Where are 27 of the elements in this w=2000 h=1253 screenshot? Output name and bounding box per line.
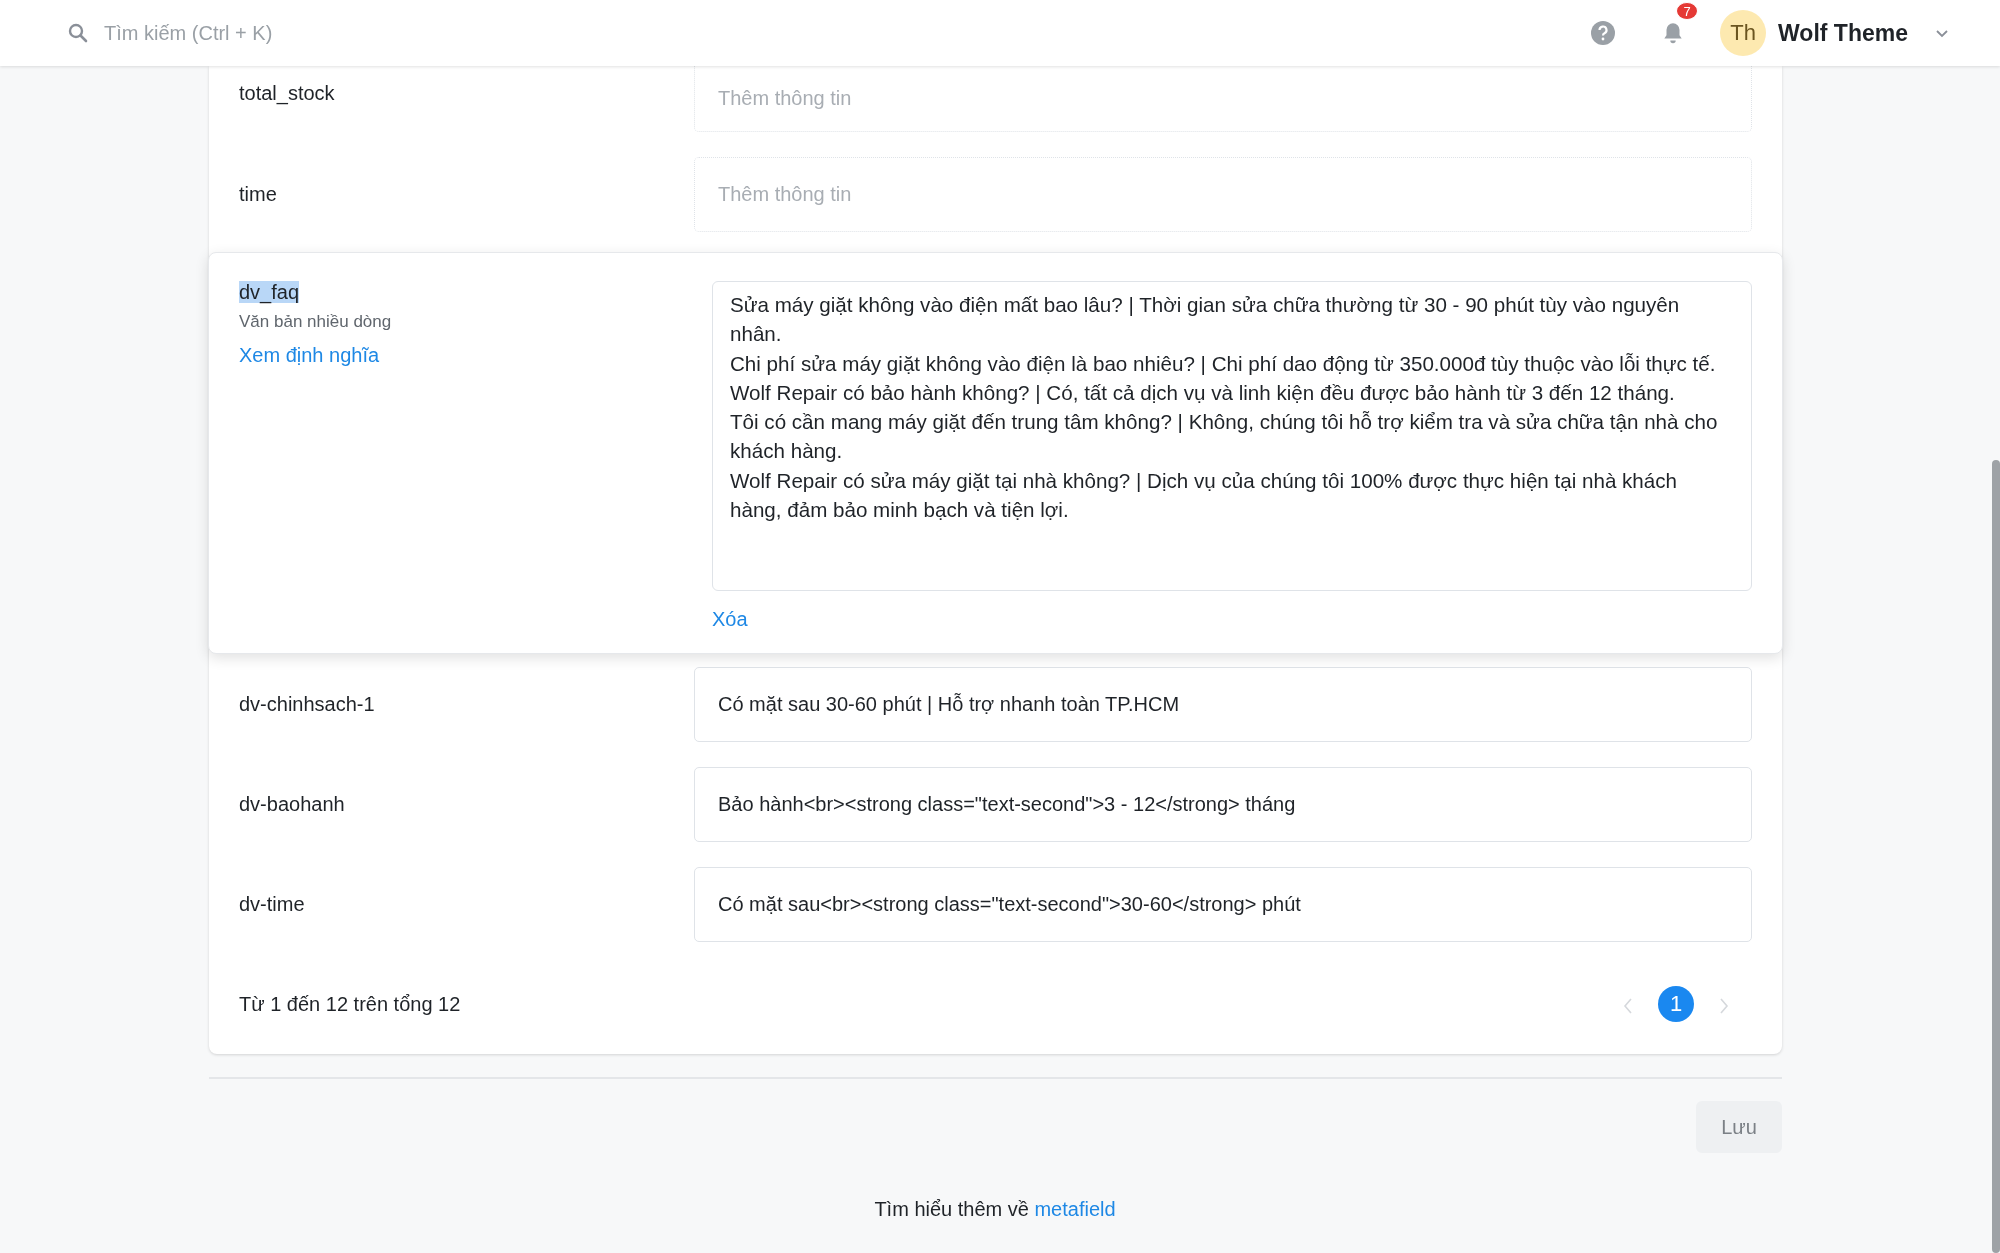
- field-label: dv-baohanh: [239, 792, 346, 816]
- field-label: time: [239, 182, 278, 206]
- text-field[interactable]: Thêm thông tin: [694, 156, 1752, 232]
- text-field[interactable]: Thêm thông tin: [694, 66, 1752, 132]
- scrollbar[interactable]: [1992, 460, 2000, 1253]
- footer-text: Tìm hiểu thêm về metafield: [873, 1198, 1117, 1221]
- metafield-link[interactable]: metafield: [1034, 1198, 1116, 1220]
- field-type: Văn bản nhiều dòng: [239, 312, 392, 332]
- field-label: total_stock: [239, 82, 336, 105]
- pagination-summary: Từ 1 đến 12 trên tổng 12: [239, 992, 461, 1016]
- search-field[interactable]: Tìm kiếm (Ctrl + K): [102, 20, 426, 46]
- definition-link[interactable]: Xem định nghĩa: [239, 344, 380, 367]
- delete-link[interactable]: Xóa: [712, 608, 748, 631]
- search-icon: [66, 21, 90, 45]
- field-label: dv_faq: [239, 281, 300, 303]
- field-label: dv-chinhsach-1: [239, 692, 376, 716]
- text-field[interactable]: Có mặt sau 30-60 phút | Hỗ trợ nhanh toàn TP.HCM: [694, 666, 1752, 742]
- user-avatar[interactable]: Th: [1720, 10, 1767, 56]
- user-name[interactable]: Wolf Theme: [1778, 19, 1908, 47]
- text-field[interactable]: Bảo hành<br><strong class="text-second">3 - 12</strong> tháng: [694, 766, 1752, 842]
- field-label: dv-time: [239, 892, 306, 916]
- text-field[interactable]: Có mặt sau<br><strong class="text-second">30-60</strong> phút: [694, 866, 1752, 942]
- notification-badge: 7: [1676, 2, 1699, 20]
- text-area[interactable]: Sửa máy giặt không vào điện mất bao lâu? | Thời gian sửa chữa thường từ 30 - 90 phút tùy vào nguyên nhân. Chi phí sửa máy giặt không vào điện là bao nhiêu? | Chi phí dao động từ 350.000đ tùy thuộc vào lỗi thực tế. Wolf Repair có bảo hành không? | Có, tất cả dịch vụ và linh kiện đều được bảo hành từ 3 đến 12 tháng. Tôi có cần mang máy giặt đến trung tâm không? | Không, chúng tôi hỗ trợ kiểm tra và sửa chữa tận nhà cho khách hàng. Wolf Repair có sửa máy giặt tại nhà không? | Dịch vụ của chúng tôi 100% được thực hiện tại nhà khách hàng, đảm bảo minh bạch và tiện lợi.: [712, 281, 1752, 591]
- notification-button[interactable]: 7: [1660, 2, 1701, 46]
- page-button[interactable]: 1: [1658, 986, 1694, 1022]
- help-icon[interactable]: [1590, 20, 1617, 46]
